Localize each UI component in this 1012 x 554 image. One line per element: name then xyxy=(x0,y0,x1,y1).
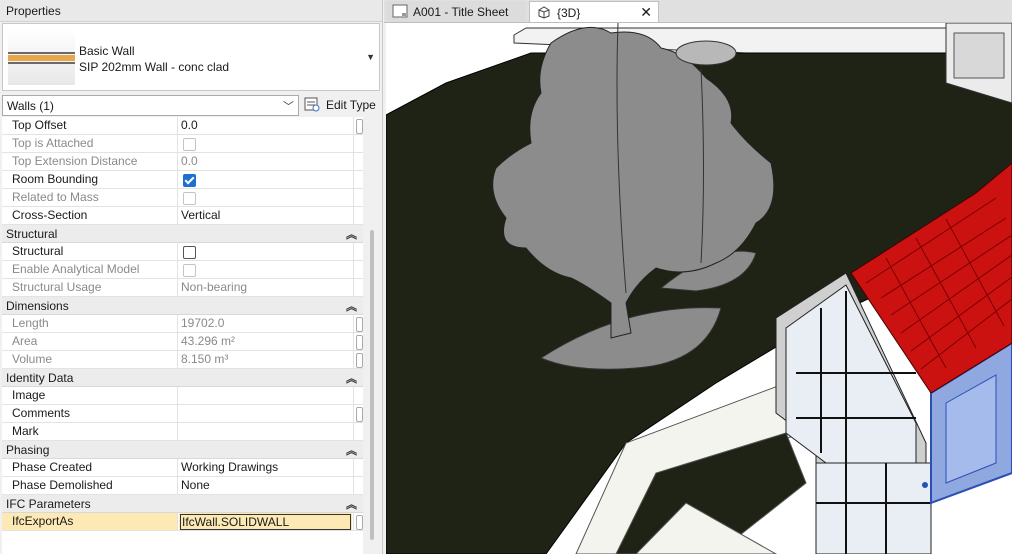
group-title: Dimensions xyxy=(6,299,69,313)
tab-label: A001 - Title Sheet xyxy=(413,5,509,19)
structural-checkbox[interactable] xyxy=(183,246,196,259)
prop-row-structural-usage: Structural Usage Non-bearing xyxy=(2,279,363,297)
prop-value[interactable]: None xyxy=(179,477,352,494)
prop-name: Room Bounding xyxy=(2,171,178,188)
collapse-icon[interactable]: ︽ xyxy=(346,370,357,386)
prop-name: Top Offset xyxy=(2,117,178,134)
prop-name: Structural Usage xyxy=(2,279,178,296)
group-phasing[interactable]: Phasing ︽ xyxy=(2,441,363,459)
prop-value: Non-bearing xyxy=(181,280,248,294)
checkbox xyxy=(183,192,196,205)
3d-model-view xyxy=(386,23,1012,554)
group-ifc-parameters[interactable]: IFC Parameters ︽ xyxy=(2,495,363,513)
prop-name: Mark xyxy=(2,423,178,440)
properties-scrollbar[interactable] xyxy=(365,117,381,554)
checkbox xyxy=(183,138,196,151)
collapse-icon[interactable]: ︽ xyxy=(346,226,357,242)
prop-row-volume: Volume 8.150 m³ xyxy=(2,351,363,369)
prop-value[interactable] xyxy=(179,387,352,404)
prop-row-structural[interactable]: Structural xyxy=(2,243,363,261)
prop-name: Comments xyxy=(2,405,178,422)
tab-3d-view[interactable]: {3D} ✕ xyxy=(529,1,659,22)
prop-row-mark[interactable]: Mark xyxy=(2,423,363,441)
prop-row-related-to-mass: Related to Mass xyxy=(2,189,363,207)
collapse-icon[interactable]: ︽ xyxy=(346,298,357,314)
type-family-label: Basic Wall xyxy=(79,44,135,58)
prop-name: Image xyxy=(2,387,178,404)
group-identity-data[interactable]: Identity Data ︽ xyxy=(2,369,363,387)
wall-type-preview xyxy=(8,28,75,85)
tab-label: {3D} xyxy=(557,6,581,20)
prop-row-image[interactable]: Image xyxy=(2,387,363,405)
prop-value[interactable] xyxy=(179,405,352,422)
3d-viewport[interactable] xyxy=(386,23,1012,554)
dropdown-arrow-icon[interactable]: ▼ xyxy=(366,52,375,62)
3d-view-icon xyxy=(538,6,550,19)
prop-value[interactable]: Working Drawings xyxy=(179,459,352,476)
properties-grid: Top Offset 0.0 Top is Attached Top Exten… xyxy=(2,117,363,554)
prop-name: Length xyxy=(2,315,178,332)
edit-type-icon xyxy=(304,97,320,112)
group-dimensions[interactable]: Dimensions ︽ xyxy=(2,297,363,315)
sheet-icon xyxy=(392,4,408,18)
group-title: Phasing xyxy=(6,443,50,457)
prop-name: IfcExportAs xyxy=(2,513,178,530)
collapse-icon[interactable]: ︽ xyxy=(346,496,357,512)
properties-title-bar: Properties xyxy=(0,0,382,22)
group-title: Identity Data xyxy=(6,371,74,385)
prop-value: 8.150 m³ xyxy=(181,352,229,366)
edit-type-button[interactable]: Edit Type xyxy=(304,95,378,116)
prop-name: Area xyxy=(2,333,178,350)
room-bounding-checkbox[interactable] xyxy=(183,174,196,187)
prop-value[interactable]: Vertical xyxy=(179,207,352,224)
prop-row-top-is-attached: Top is Attached xyxy=(2,135,363,153)
prop-row-top-offset[interactable]: Top Offset 0.0 xyxy=(2,117,363,135)
prop-name: Top Extension Distance xyxy=(2,153,178,170)
prop-row-area: Area 43.296 m² xyxy=(2,333,363,351)
checkbox xyxy=(183,264,196,277)
prop-value: 19702.0 xyxy=(181,316,225,330)
type-selector[interactable]: Basic Wall SIP 202mm Wall - conc clad ▼ xyxy=(2,23,380,91)
element-filter-dropdown[interactable]: Walls (1) ﹀ xyxy=(2,95,299,116)
prop-name: Volume xyxy=(2,351,178,368)
prop-name: Top is Attached xyxy=(2,135,178,152)
prop-value: 0.0 xyxy=(181,154,198,168)
edit-type-label: Edit Type xyxy=(326,98,376,112)
scrollbar-thumb[interactable] xyxy=(370,230,374,540)
properties-title: Properties xyxy=(6,4,61,18)
group-title: IFC Parameters xyxy=(6,497,91,511)
properties-panel: Properties Basic Wall SIP 202mm Wall - c… xyxy=(0,0,383,554)
prop-name: Cross-Section xyxy=(2,207,178,224)
prop-value[interactable]: 0.0 xyxy=(179,117,352,134)
tab-title-sheet[interactable]: A001 - Title Sheet xyxy=(386,1,526,22)
prop-name: Enable Analytical Model xyxy=(2,261,178,278)
prop-row-phase-created[interactable]: Phase Created Working Drawings xyxy=(2,459,363,477)
element-filter-value: Walls (1) xyxy=(7,99,54,113)
prop-row-length: Length 19702.0 xyxy=(2,315,363,333)
prop-row-top-extension-distance: Top Extension Distance 0.0 xyxy=(2,153,363,171)
type-name-label: SIP 202mm Wall - conc clad xyxy=(79,60,230,74)
prop-row-comments[interactable]: Comments xyxy=(2,405,363,423)
chevron-down-icon: ﹀ xyxy=(283,101,294,113)
prop-name: Structural xyxy=(2,243,178,260)
prop-name: Phase Demolished xyxy=(2,477,178,494)
ifc-export-as-input[interactable]: IfcWall.SOLIDWALL xyxy=(180,514,351,530)
prop-value[interactable] xyxy=(179,423,352,440)
prop-row-phase-demolished[interactable]: Phase Demolished None xyxy=(2,477,363,495)
view-tab-bar: A001 - Title Sheet {3D} ✕ xyxy=(384,0,1012,23)
group-structural[interactable]: Structural ︽ xyxy=(2,225,363,243)
prop-row-enable-analytical-model: Enable Analytical Model xyxy=(2,261,363,279)
prop-name: Related to Mass xyxy=(2,189,178,206)
prop-name: Phase Created xyxy=(2,459,178,476)
prop-value: 43.296 m² xyxy=(181,334,236,348)
group-title: Structural xyxy=(6,227,58,241)
collapse-icon[interactable]: ︽ xyxy=(346,442,357,458)
prop-row-ifc-export-as[interactable]: IfcExportAs IfcWall.SOLIDWALL xyxy=(2,513,363,531)
close-icon[interactable]: ✕ xyxy=(640,4,652,21)
prop-row-room-bounding[interactable]: Room Bounding xyxy=(2,171,363,189)
prop-row-cross-section[interactable]: Cross-Section Vertical xyxy=(2,207,363,225)
